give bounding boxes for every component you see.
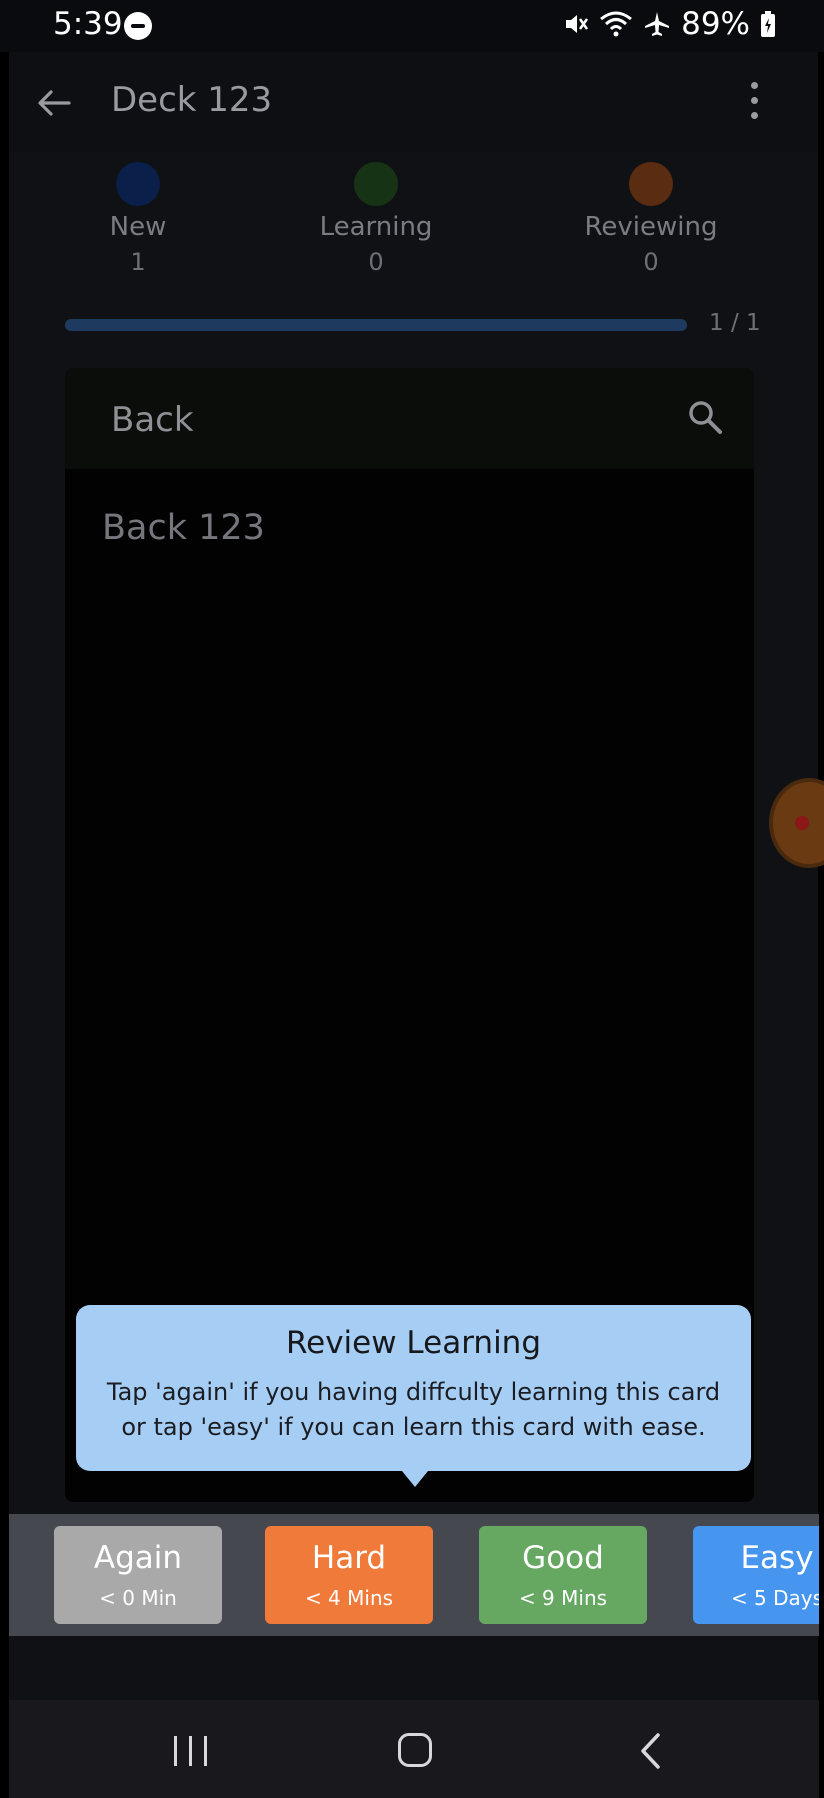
system-nav-bar xyxy=(9,1700,819,1798)
status-time: 5:39 xyxy=(53,6,123,42)
tooltip-pointer xyxy=(402,1471,428,1487)
hard-button[interactable]: Hard < 4 Mins xyxy=(265,1526,433,1624)
home-icon[interactable] xyxy=(398,1733,432,1767)
counter-value: 0 xyxy=(368,248,384,276)
reviewing-dot-icon xyxy=(629,162,673,206)
recents-icon[interactable] xyxy=(172,1736,210,1766)
counter-new: New 1 xyxy=(38,162,238,276)
card-side-title: Back xyxy=(111,400,194,440)
counter-label: New xyxy=(109,212,167,242)
battery-percent: 89% xyxy=(681,6,750,42)
top-app-bar: Deck 123 xyxy=(9,52,818,152)
good-label: Good xyxy=(522,1540,604,1576)
status-bar: 5:39 89% xyxy=(0,0,824,52)
easy-label: Easy xyxy=(740,1540,814,1576)
card-content: Back 123 xyxy=(102,508,265,548)
hard-interval: < 4 Mins xyxy=(304,1586,394,1610)
new-dot-icon xyxy=(116,162,160,206)
more-options-icon[interactable] xyxy=(748,82,760,124)
do-not-disturb-icon xyxy=(124,12,152,40)
battery-charging-icon xyxy=(761,11,775,37)
deck-title: Deck 123 xyxy=(111,80,273,120)
learning-dot-icon xyxy=(354,162,398,206)
counter-reviewing: Reviewing 0 xyxy=(551,162,751,276)
answer-buttons-bar: Again < 0 Min Hard < 4 Mins Good < 9 Min… xyxy=(9,1514,819,1636)
good-button[interactable]: Good < 9 Mins xyxy=(479,1526,647,1624)
good-interval: < 9 Mins xyxy=(518,1586,608,1610)
wifi-icon xyxy=(600,11,633,37)
search-icon[interactable] xyxy=(686,398,724,436)
again-button[interactable]: Again < 0 Min xyxy=(54,1526,222,1624)
progress-text: 1 / 1 xyxy=(709,310,761,336)
tooltip-text: Tap 'again' if you having diffculty lear… xyxy=(106,1378,721,1441)
nav-back-icon[interactable] xyxy=(634,1732,668,1770)
easy-interval: < 5 Days xyxy=(730,1586,819,1610)
counter-label: Learning xyxy=(319,212,433,242)
counter-value: 1 xyxy=(130,248,146,276)
review-tooltip: Review Learning Tap 'again' if you havin… xyxy=(76,1305,751,1471)
back-arrow-icon[interactable] xyxy=(29,78,79,128)
card-header: Back xyxy=(65,368,754,469)
airplane-icon xyxy=(645,12,670,36)
again-label: Again xyxy=(93,1540,183,1576)
progress-bar xyxy=(65,319,687,331)
hard-label: Hard xyxy=(311,1540,387,1576)
again-interval: < 0 Min xyxy=(99,1586,177,1610)
counter-label: Reviewing xyxy=(584,212,718,242)
status-icons: 89% xyxy=(563,6,776,42)
tooltip-title: Review Learning xyxy=(285,1325,542,1361)
counter-value: 0 xyxy=(643,248,659,276)
counter-learning: Learning 0 xyxy=(276,162,476,276)
progress-fill xyxy=(65,319,687,331)
mute-icon xyxy=(566,15,589,33)
easy-button[interactable]: Easy < 5 Days xyxy=(693,1526,819,1624)
